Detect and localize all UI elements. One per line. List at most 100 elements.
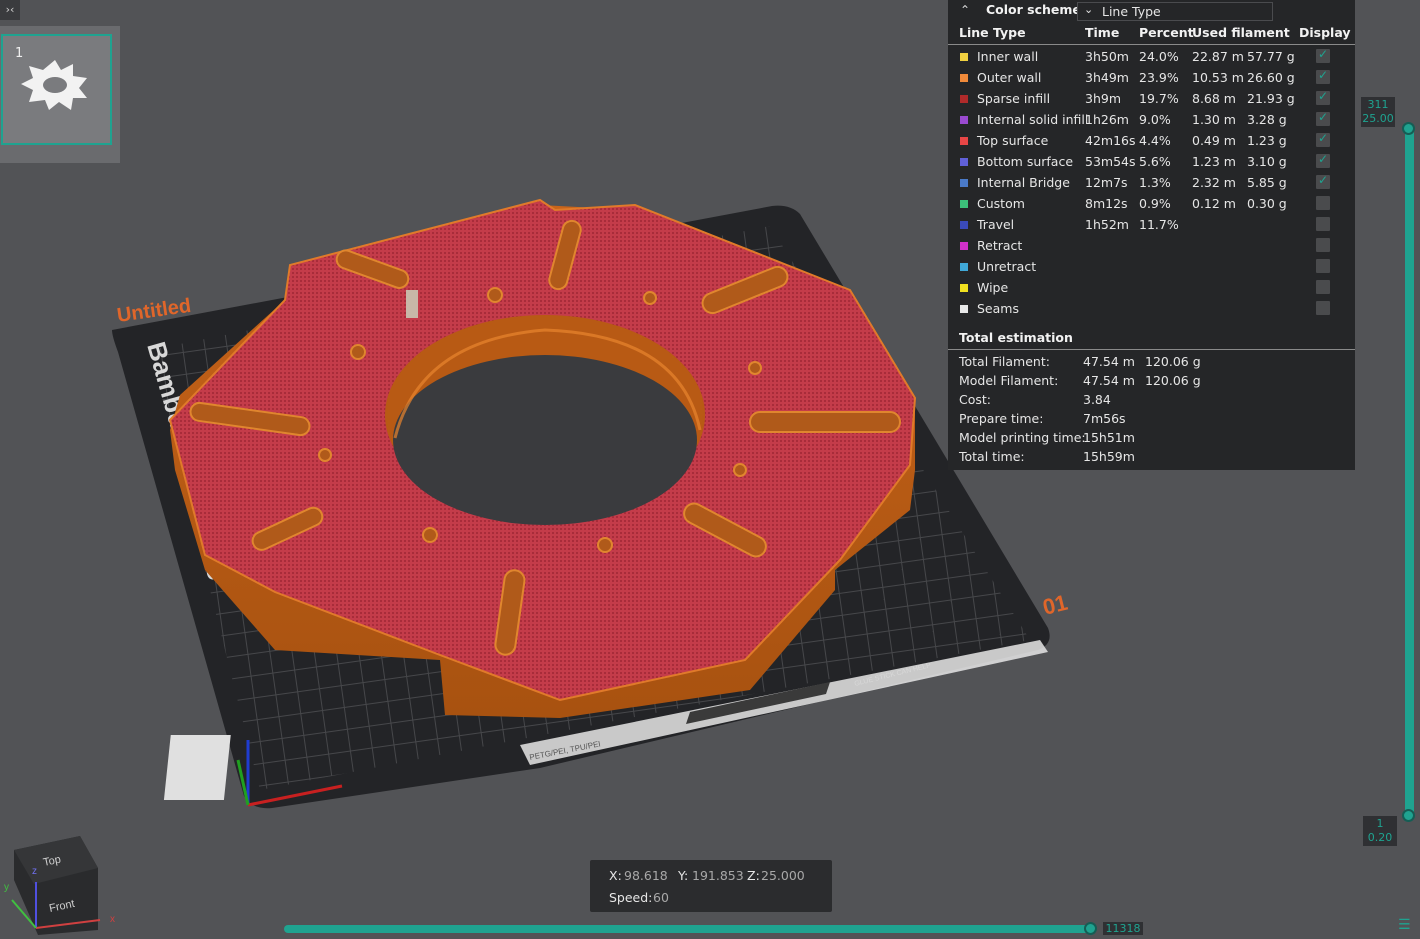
row-time: 1h52m	[1085, 217, 1129, 232]
collapse-icon[interactable]: ⌃	[960, 3, 970, 17]
col-percent: Percent	[1139, 25, 1194, 40]
coord-y-label: Y:	[678, 868, 689, 883]
row-length: 8.68 m	[1192, 91, 1236, 106]
legend-row: Retract	[948, 235, 1355, 256]
layers-icon[interactable]: ☰	[1398, 917, 1411, 933]
total-row: Model printing time: 15h51m	[948, 428, 1355, 447]
expand-sidebar-button[interactable]: ›‹	[0, 0, 20, 20]
display-checkbox[interactable]	[1316, 152, 1330, 168]
legend-row: Wipe	[948, 277, 1355, 298]
view-cube[interactable]: Top Front x y z	[4, 836, 115, 935]
chevron-down-icon: ⌄	[1084, 3, 1094, 16]
row-percent: 23.9%	[1139, 70, 1179, 85]
col-display: Display	[1299, 25, 1351, 40]
display-checkbox[interactable]	[1316, 110, 1330, 126]
color-swatch	[960, 137, 968, 145]
display-checkbox[interactable]	[1316, 196, 1330, 210]
total-label: Total time:	[959, 449, 1025, 464]
row-time: 3h50m	[1085, 49, 1129, 64]
row-percent: 0.9%	[1139, 196, 1171, 211]
color-swatch	[960, 242, 968, 250]
total-label: Model Filament:	[959, 373, 1059, 388]
row-weight: 3.10 g	[1247, 154, 1287, 169]
legend-row: Inner wall 3h50m 24.0% 22.87 m 57.77 g	[948, 46, 1355, 67]
total-row: Prepare time: 7m56s	[948, 409, 1355, 428]
row-name: Outer wall	[977, 70, 1042, 85]
row-time: 42m16s	[1085, 133, 1136, 148]
legend-title: Color scheme	[986, 2, 1081, 17]
display-checkbox[interactable]	[1316, 280, 1330, 294]
row-percent: 24.0%	[1139, 49, 1179, 64]
display-checkbox[interactable]	[1316, 68, 1330, 84]
axis-z-label: z	[32, 866, 37, 877]
display-checkbox[interactable]	[1316, 259, 1330, 273]
row-time: 53m54s	[1085, 154, 1136, 169]
row-time: 12m7s	[1085, 175, 1128, 190]
row-time: 3h9m	[1085, 91, 1122, 106]
legend-row: Travel 1h52m 11.7%	[948, 214, 1355, 235]
display-checkbox[interactable]	[1316, 89, 1330, 105]
row-name: Internal solid infill	[977, 112, 1089, 127]
top-layer-label: 311 25.00	[1361, 97, 1395, 127]
row-time: 1h26m	[1085, 112, 1129, 127]
coord-z-value: 25.000	[761, 868, 805, 883]
total-value: 15h51m	[1083, 430, 1135, 445]
row-percent: 19.7%	[1139, 91, 1179, 106]
col-used-filament: Used filament	[1192, 25, 1290, 40]
plate-list-panel: 1	[0, 26, 120, 163]
row-percent: 5.6%	[1139, 154, 1171, 169]
move-slider-handle[interactable]	[1084, 922, 1097, 935]
total-label: Prepare time:	[959, 411, 1044, 426]
coord-x-label: X:	[609, 868, 622, 883]
col-time: Time	[1085, 25, 1120, 40]
row-percent: 11.7%	[1139, 217, 1179, 232]
move-slider-value: 11318	[1103, 922, 1143, 935]
total-row: Cost: 3.84	[948, 390, 1355, 409]
display-checkbox[interactable]	[1316, 238, 1330, 252]
axis-y-label: y	[4, 882, 9, 893]
color-scheme-select[interactable]: ⌄ Line Type	[1077, 2, 1273, 21]
legend-panel: ⌃ Color scheme ⌄ Line Type Line Type Tim…	[948, 0, 1355, 470]
legend-row: Bottom surface 53m54s 5.6% 1.23 m 3.10 g	[948, 151, 1355, 172]
legend-row: Top surface 42m16s 4.4% 0.49 m 1.23 g	[948, 130, 1355, 151]
legend-header: ⌃ Color scheme ⌄ Line Type	[948, 0, 1355, 24]
color-swatch	[960, 95, 968, 103]
row-weight: 21.93 g	[1247, 91, 1295, 106]
move-slider-track[interactable]	[284, 925, 1096, 933]
row-percent: 1.3%	[1139, 175, 1171, 190]
row-name: Travel	[977, 217, 1015, 232]
total-weight: 120.06 g	[1145, 354, 1201, 369]
bed-plate-number: 01	[1040, 590, 1070, 620]
layer-slider-track[interactable]	[1405, 123, 1414, 816]
display-checkbox[interactable]	[1316, 173, 1330, 189]
row-weight: 3.28 g	[1247, 112, 1287, 127]
coord-z-label: Z:	[747, 868, 760, 883]
color-swatch	[960, 221, 968, 229]
total-value: 47.54 m	[1083, 354, 1135, 369]
speed-value: 60	[653, 890, 669, 905]
axis-x-label: x	[110, 914, 115, 925]
display-checkbox[interactable]	[1316, 47, 1330, 63]
layer-slider-top-handle[interactable]	[1402, 122, 1415, 135]
row-name: Unretract	[977, 259, 1037, 274]
total-weight: 120.06 g	[1145, 373, 1201, 388]
top-layer-height: 25.00	[1362, 112, 1394, 125]
row-name: Bottom surface	[977, 154, 1074, 169]
display-checkbox[interactable]	[1316, 301, 1330, 315]
row-weight: 1.23 g	[1247, 133, 1287, 148]
row-weight: 5.85 g	[1247, 175, 1287, 190]
display-checkbox[interactable]	[1316, 131, 1330, 147]
legend-divider	[948, 44, 1355, 45]
totals-divider	[948, 349, 1355, 350]
color-scheme-value: Line Type	[1102, 4, 1161, 19]
coord-y-value: 191.853	[692, 868, 744, 883]
row-length: 1.23 m	[1192, 154, 1236, 169]
row-weight: 0.30 g	[1247, 196, 1287, 211]
row-name: Sparse infill	[977, 91, 1051, 106]
layer-slider-bottom-handle[interactable]	[1402, 809, 1415, 822]
row-name: Retract	[977, 238, 1023, 253]
row-name: Custom	[977, 196, 1025, 211]
color-swatch	[960, 305, 968, 313]
display-checkbox[interactable]	[1316, 217, 1330, 231]
total-row: Total Filament: 47.54 m 120.06 g	[948, 352, 1355, 371]
